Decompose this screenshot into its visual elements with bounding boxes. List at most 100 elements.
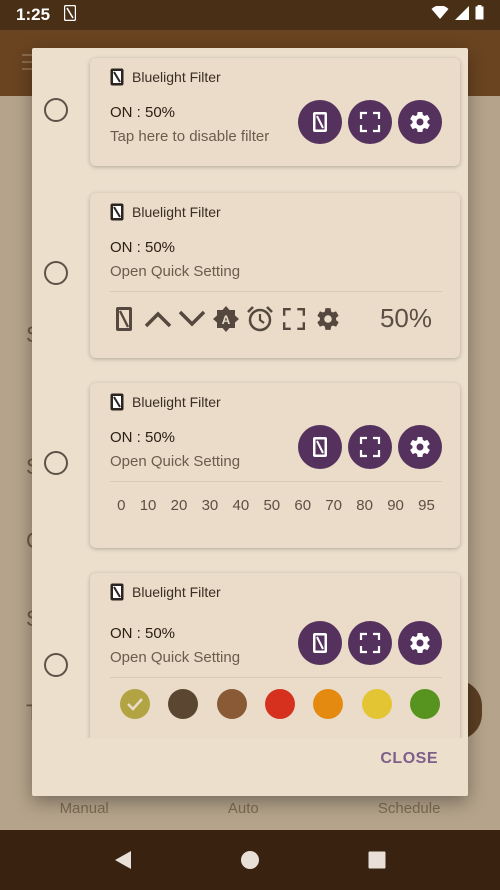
- app-name: Bluelight Filter: [132, 584, 221, 600]
- chevron-up-icon: [144, 311, 172, 328]
- filter-action-text: Open Quick Setting: [110, 453, 241, 470]
- style-radio-4[interactable]: [44, 653, 68, 677]
- auto-brightness-button[interactable]: A: [212, 305, 240, 333]
- app-notification-icon: [63, 4, 77, 26]
- app-name: Bluelight Filter: [132, 69, 221, 85]
- card-action-buttons: [298, 100, 442, 144]
- gear-icon: [410, 633, 430, 654]
- filter-action-text: Tap here to disable filter: [110, 128, 270, 145]
- color-swatch[interactable]: [264, 689, 295, 719]
- navigation-bar: [0, 830, 500, 890]
- style-radio-1[interactable]: [44, 98, 68, 122]
- level-option[interactable]: 20: [169, 497, 190, 514]
- close-button[interactable]: CLOSE: [380, 750, 438, 768]
- color-swatch[interactable]: [216, 689, 247, 719]
- color-swatch[interactable]: [313, 689, 344, 719]
- app-icon: [110, 583, 124, 601]
- notification-style-dialog: Bluelight Filter ON : 50% Tap here to di…: [32, 48, 468, 796]
- fullscreen-icon: [359, 111, 381, 133]
- status-bar: 1:25: [0, 0, 500, 30]
- phone-filter-icon: [313, 437, 327, 457]
- app-icon: [110, 393, 124, 411]
- app-icon: [110, 203, 124, 221]
- fullscreen-button[interactable]: [348, 425, 392, 469]
- gear-icon: [410, 437, 430, 458]
- filter-action-text: Open Quick Setting: [110, 649, 241, 666]
- chevron-down-icon: [178, 310, 206, 327]
- settings-button[interactable]: [398, 621, 442, 665]
- fullscreen-icon: [282, 307, 306, 331]
- decrease-button[interactable]: [178, 305, 206, 333]
- style-option-2: Bluelight Filter ON : 50% Open Quick Set…: [32, 183, 468, 368]
- divider: [110, 291, 442, 292]
- filter-status: ON : 50%: [110, 429, 176, 446]
- recents-button[interactable]: [357, 840, 397, 880]
- wifi-icon: [431, 5, 449, 25]
- auto-brightness-icon: A: [213, 306, 239, 332]
- style-radio-2[interactable]: [44, 261, 68, 285]
- settings-button[interactable]: [398, 425, 442, 469]
- toggle-filter-button[interactable]: [298, 621, 342, 665]
- style-option-1: Bluelight Filter ON : 50% Tap here to di…: [32, 48, 468, 178]
- home-icon: [240, 851, 259, 869]
- card-action-buttons: [298, 621, 442, 665]
- notification-preview-card[interactable]: Bluelight Filter ON : 50% Tap here to di…: [90, 58, 460, 166]
- phone-filter-icon: [313, 112, 327, 132]
- level-option[interactable]: 10: [138, 497, 159, 514]
- phone-filter-icon: [313, 633, 327, 653]
- level-option[interactable]: 70: [323, 497, 344, 514]
- fullscreen-button[interactable]: [280, 305, 308, 333]
- battery-icon: [475, 5, 484, 25]
- style-radio-3[interactable]: [44, 451, 68, 475]
- increase-button[interactable]: [144, 305, 172, 333]
- level-option[interactable]: 40: [231, 497, 252, 514]
- alarm-button[interactable]: [246, 305, 274, 333]
- toggle-filter-button[interactable]: [298, 100, 342, 144]
- toggle-filter-button[interactable]: [110, 305, 138, 333]
- level-option[interactable]: 30: [200, 497, 221, 514]
- level-option[interactable]: 0: [115, 497, 127, 514]
- level-option[interactable]: 95: [416, 497, 437, 514]
- back-button[interactable]: [103, 840, 143, 880]
- recents-icon: [368, 851, 386, 869]
- card-header: Bluelight Filter: [110, 393, 221, 411]
- fullscreen-button[interactable]: [348, 621, 392, 665]
- gear-icon: [410, 112, 430, 133]
- level-option[interactable]: 80: [354, 497, 375, 514]
- level-selector: 0 10 20 30 40 50 60 70 80 90 95: [110, 497, 442, 514]
- tab-manual: Manual: [59, 800, 109, 817]
- color-swatch[interactable]: [168, 689, 199, 719]
- level-option[interactable]: 90: [385, 497, 406, 514]
- color-swatch[interactable]: [120, 689, 150, 719]
- notification-preview-card[interactable]: Bluelight Filter ON : 50% Open Quick Set…: [90, 193, 460, 358]
- fullscreen-icon: [359, 436, 381, 458]
- svg-text:A: A: [222, 313, 231, 327]
- level-option[interactable]: 50: [261, 497, 282, 514]
- color-swatch[interactable]: [361, 689, 392, 719]
- filter-status: ON : 50%: [110, 239, 176, 256]
- gear-icon: [317, 308, 339, 330]
- check-icon: [127, 698, 143, 711]
- dialog-footer: CLOSE: [32, 738, 468, 796]
- signal-icon: [455, 5, 469, 25]
- alarm-icon: [247, 306, 273, 332]
- card-header: Bluelight Filter: [110, 68, 221, 86]
- color-swatch[interactable]: [409, 689, 440, 719]
- fullscreen-button[interactable]: [348, 100, 392, 144]
- notification-preview-card[interactable]: Bluelight Filter ON : 50% Open Quick Set…: [90, 383, 460, 548]
- status-time: 1:25: [16, 5, 51, 24]
- settings-button[interactable]: [398, 100, 442, 144]
- style-option-3: Bluelight Filter ON : 50% Open Quick Set…: [32, 373, 468, 558]
- back-icon: [115, 851, 132, 869]
- settings-button[interactable]: [314, 305, 342, 333]
- level-option[interactable]: 60: [292, 497, 313, 514]
- filter-percent: 50%: [379, 303, 432, 333]
- app-name: Bluelight Filter: [132, 394, 221, 410]
- toggle-filter-button[interactable]: [298, 425, 342, 469]
- notification-preview-card[interactable]: Bluelight Filter ON : 50% Open Quick Set…: [90, 573, 460, 738]
- home-button[interactable]: [230, 840, 270, 880]
- filter-status: ON : 50%: [110, 625, 176, 642]
- tab-schedule: Schedule: [377, 800, 441, 817]
- quick-controls: A: [110, 305, 342, 333]
- filter-action-text: Open Quick Setting: [110, 263, 241, 280]
